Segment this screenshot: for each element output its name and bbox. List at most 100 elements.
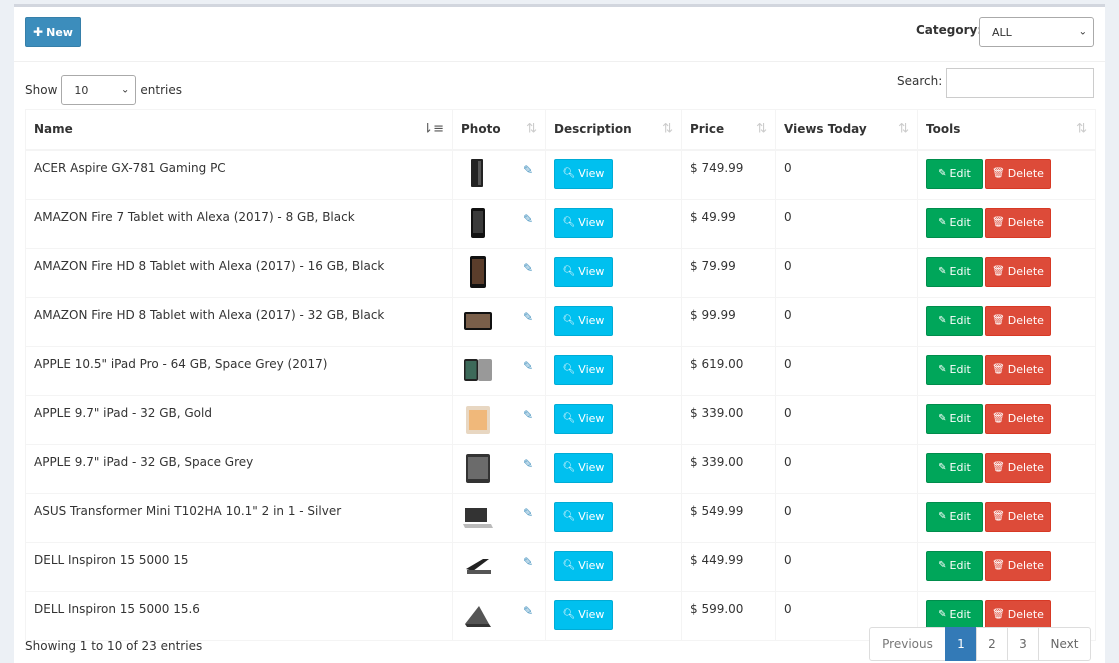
edit-photo-icon[interactable]: ✎ bbox=[523, 359, 533, 373]
edit-icon: ✎ bbox=[938, 462, 947, 473]
table-row: ASUS Transformer Mini T102HA 10.1" 2 in … bbox=[25, 492, 1096, 543]
trash-icon: 🗑︎ bbox=[992, 462, 1005, 473]
edit-button[interactable]: ✎ Edit bbox=[926, 550, 983, 581]
product-photo bbox=[463, 402, 493, 436]
sort-icon: ⇅ bbox=[1076, 121, 1087, 137]
edit-button[interactable]: ✎ Edit bbox=[926, 354, 983, 385]
product-price: $ 599.00 bbox=[681, 590, 776, 641]
delete-button[interactable]: 🗑︎ Delete bbox=[985, 158, 1051, 189]
trash-icon: 🗑︎ bbox=[992, 364, 1005, 375]
view-button[interactable]: 🔍︎ View bbox=[554, 305, 613, 336]
delete-button[interactable]: 🗑︎ Delete bbox=[985, 550, 1051, 581]
column-header-tools[interactable]: Tools ⇅ bbox=[917, 109, 1096, 151]
pagination-page-2[interactable]: 2 bbox=[976, 627, 1008, 661]
column-header-views[interactable]: Views Today ⇅ bbox=[775, 109, 918, 151]
pagination-page-1[interactable]: 1 bbox=[945, 627, 977, 661]
edit-photo-icon[interactable]: ✎ bbox=[523, 555, 533, 569]
edit-photo-icon[interactable]: ✎ bbox=[523, 163, 533, 177]
new-button[interactable]: ✚ New bbox=[25, 17, 81, 47]
pagination-previous[interactable]: Previous bbox=[869, 627, 946, 661]
view-button[interactable]: 🔍︎ View bbox=[554, 403, 613, 434]
tools-cell: ✎ Edit 🗑︎ Delete bbox=[917, 345, 1096, 396]
edit-photo-icon[interactable]: ✎ bbox=[523, 310, 533, 324]
search-icon: 🔍︎ bbox=[562, 511, 576, 522]
entries-length-select[interactable]: 10 ⌄ bbox=[61, 75, 137, 105]
chevron-down-icon: ⌄ bbox=[121, 84, 130, 96]
products-table: Name ⇂≡ Photo ⇅ Description ⇅ Price ⇅ Views … bbox=[25, 109, 1096, 641]
search-input[interactable] bbox=[946, 68, 1094, 98]
delete-button[interactable]: 🗑︎ Delete bbox=[985, 305, 1051, 336]
pagination-page-3[interactable]: 3 bbox=[1007, 627, 1039, 661]
edit-button[interactable]: ✎ Edit bbox=[926, 452, 983, 483]
tools-cell: ✎ Edit 🗑︎ Delete bbox=[917, 443, 1096, 494]
description-cell: 🔍︎ View bbox=[545, 247, 682, 298]
search-icon: 🔍︎ bbox=[562, 560, 576, 571]
entries-length-value: 10 bbox=[74, 83, 89, 97]
view-button[interactable]: 🔍︎ View bbox=[554, 354, 613, 385]
delete-button[interactable]: 🗑︎ Delete bbox=[985, 207, 1051, 238]
view-button[interactable]: 🔍︎ View bbox=[554, 256, 613, 287]
delete-button[interactable]: 🗑︎ Delete bbox=[985, 403, 1051, 434]
edit-button[interactable]: ✎ Edit bbox=[926, 158, 983, 189]
edit-button[interactable]: ✎ Edit bbox=[926, 501, 983, 532]
column-header-photo[interactable]: Photo ⇅ bbox=[452, 109, 546, 151]
edit-button[interactable]: ✎ Edit bbox=[926, 599, 983, 630]
edit-photo-icon[interactable]: ✎ bbox=[523, 457, 533, 471]
view-button[interactable]: 🔍︎ View bbox=[554, 452, 613, 483]
product-name: APPLE 9.7" iPad - 32 GB, Space Grey bbox=[25, 443, 453, 494]
column-header-name[interactable]: Name ⇂≡ bbox=[25, 109, 453, 151]
search-icon: 🔍︎ bbox=[562, 217, 576, 228]
product-price: $ 49.99 bbox=[681, 198, 776, 249]
trash-icon: 🗑︎ bbox=[992, 168, 1005, 179]
tools-cell: ✎ Edit 🗑︎ Delete bbox=[917, 296, 1096, 347]
table-row: AMAZON Fire 7 Tablet with Alexa (2017) -… bbox=[25, 198, 1096, 249]
edit-photo-icon[interactable]: ✎ bbox=[523, 506, 533, 520]
product-photo bbox=[463, 157, 493, 191]
edit-photo-icon[interactable]: ✎ bbox=[523, 261, 533, 275]
product-photo-cell: ✎ bbox=[452, 296, 546, 347]
delete-button[interactable]: 🗑︎ Delete bbox=[985, 599, 1051, 630]
category-select[interactable]: ALL ⌄ bbox=[979, 17, 1094, 47]
edit-button[interactable]: ✎ Edit bbox=[926, 256, 983, 287]
view-button[interactable]: 🔍︎ View bbox=[554, 207, 613, 238]
column-header-price[interactable]: Price ⇅ bbox=[681, 109, 776, 151]
view-button[interactable]: 🔍︎ View bbox=[554, 158, 613, 189]
product-photo bbox=[463, 500, 493, 534]
tools-cell: ✎ Edit 🗑︎ Delete bbox=[917, 541, 1096, 592]
tools-cell: ✎ Edit 🗑︎ Delete bbox=[917, 198, 1096, 249]
edit-photo-icon[interactable]: ✎ bbox=[523, 212, 533, 226]
edit-button[interactable]: ✎ Edit bbox=[926, 403, 983, 434]
delete-button[interactable]: 🗑︎ Delete bbox=[985, 256, 1051, 287]
edit-photo-icon[interactable]: ✎ bbox=[523, 408, 533, 422]
description-cell: 🔍︎ View bbox=[545, 394, 682, 445]
delete-button[interactable]: 🗑︎ Delete bbox=[985, 501, 1051, 532]
product-photo bbox=[463, 255, 493, 289]
sort-icon: ⇅ bbox=[526, 121, 537, 137]
length-control: Show 10 ⌄ entries bbox=[25, 75, 182, 105]
pagination: Previous 1 2 3 Next bbox=[869, 627, 1091, 661]
product-photo bbox=[463, 451, 493, 485]
view-button[interactable]: 🔍︎ View bbox=[554, 599, 613, 630]
edit-photo-icon[interactable]: ✎ bbox=[523, 604, 533, 618]
views-today: 0 bbox=[775, 247, 918, 298]
tools-cell: ✎ Edit 🗑︎ Delete bbox=[917, 247, 1096, 298]
product-name: APPLE 9.7" iPad - 32 GB, Gold bbox=[25, 394, 453, 445]
column-header-description[interactable]: Description ⇅ bbox=[545, 109, 682, 151]
delete-button[interactable]: 🗑︎ Delete bbox=[985, 452, 1051, 483]
trash-icon: 🗑︎ bbox=[992, 511, 1005, 522]
sort-asc-icon: ⇂≡ bbox=[422, 121, 444, 137]
pagination-next[interactable]: Next bbox=[1038, 627, 1091, 661]
view-button[interactable]: 🔍︎ View bbox=[554, 501, 613, 532]
product-name: ACER Aspire GX-781 Gaming PC bbox=[25, 149, 453, 200]
edit-button[interactable]: ✎ Edit bbox=[926, 207, 983, 238]
edit-button[interactable]: ✎ Edit bbox=[926, 305, 983, 336]
views-today: 0 bbox=[775, 149, 918, 200]
new-button-label: New bbox=[46, 25, 73, 39]
search-icon: 🔍︎ bbox=[562, 266, 576, 277]
view-button[interactable]: 🔍︎ View bbox=[554, 550, 613, 581]
delete-button[interactable]: 🗑︎ Delete bbox=[985, 354, 1051, 385]
description-cell: 🔍︎ View bbox=[545, 541, 682, 592]
views-today: 0 bbox=[775, 296, 918, 347]
product-photo-cell: ✎ bbox=[452, 345, 546, 396]
product-price: $ 339.00 bbox=[681, 443, 776, 494]
